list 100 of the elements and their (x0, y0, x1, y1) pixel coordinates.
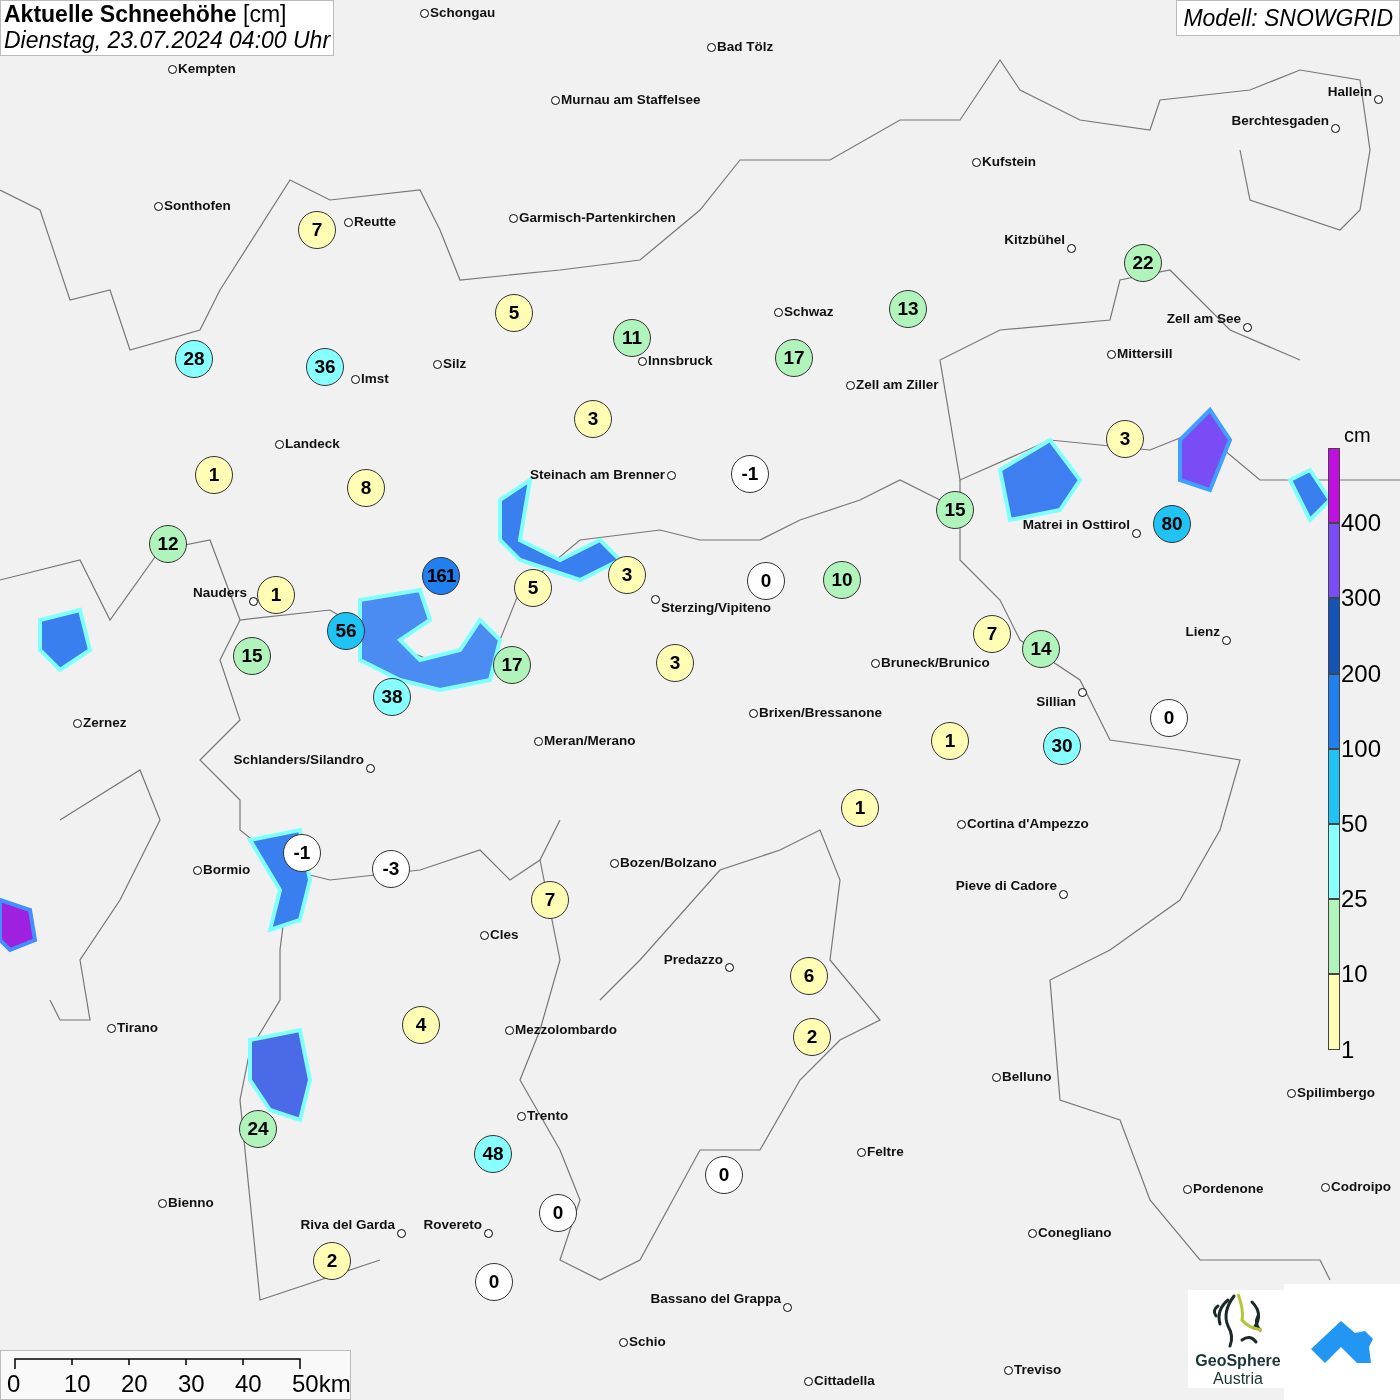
logo-subtitle: Austria (1213, 1370, 1263, 1388)
scale-label: 30 (178, 1371, 205, 1397)
snow-depth-marker: 1 (195, 456, 233, 494)
city-label: Codroipo (1331, 1179, 1391, 1195)
snow-depth-marker: 30 (1043, 727, 1081, 765)
snow-depth-marker: 13 (889, 290, 927, 328)
city-label: Sillian (1036, 694, 1076, 710)
snow-depth-marker: 36 (306, 348, 344, 386)
city-label: Cortina d'Ampezzo (967, 816, 1089, 832)
snow-depth-marker: 7 (973, 615, 1011, 653)
map-title: Aktuelle Schneehöhe [cm] (4, 1, 288, 27)
legend-label: 100 (1341, 736, 1382, 761)
city-label: Zell am See (1166, 311, 1241, 327)
legend-label: 200 (1341, 661, 1382, 686)
snow-depth-marker: 161 (422, 557, 460, 595)
city-label: Bozen/Bolzano (620, 855, 717, 871)
snow-depth-marker: 17 (493, 646, 531, 684)
snow-depth-marker: 24 (239, 1110, 277, 1148)
snow-depth-marker: 5 (495, 294, 533, 332)
city-label: Kufstein (982, 154, 1036, 170)
snow-depth-marker: 17 (775, 339, 813, 377)
city-label: Silz (443, 356, 467, 372)
legend-unit: cm (1343, 424, 1372, 446)
city-label: Treviso (1014, 1362, 1062, 1378)
snow-depth-marker: 0 (705, 1156, 743, 1194)
snow-area (38, 607, 93, 673)
city-label: Predazzo (663, 952, 723, 968)
city-label: Conegliano (1038, 1225, 1112, 1241)
scale-label: 50km (292, 1371, 351, 1397)
city-label: Lienz (1185, 624, 1220, 640)
snow-depth-marker: 10 (823, 561, 861, 599)
city-label: Tirano (117, 1020, 158, 1036)
city-label: Hallein (1327, 84, 1372, 100)
snow-depth-marker: 14 (1022, 630, 1060, 668)
city-label: Rovereto (423, 1217, 482, 1233)
snow-depth-marker: 48 (474, 1135, 512, 1173)
legend-label: 10 (1341, 962, 1368, 987)
house-snow-logo-icon (1309, 1319, 1375, 1365)
snow-depth-marker: 11 (613, 319, 651, 357)
snow-depth-marker: 3 (1106, 420, 1144, 458)
city-label: Sonthofen (164, 198, 231, 214)
snow-depth-marker: 38 (373, 678, 411, 716)
snow-depth-marker: 22 (1124, 244, 1162, 282)
city-label: Pieve di Cadore (955, 878, 1057, 894)
city-label: Murnau am Staffelsee (561, 92, 701, 108)
city-label: Kempten (178, 61, 236, 77)
snow-depth-marker: 2 (313, 1242, 351, 1280)
map-date: Dienstag, 23.07.2024 04:00 Uhr (4, 27, 331, 53)
model-label: Modell: SNOWGRID (1176, 0, 1400, 36)
city-label: Bienno (168, 1195, 214, 1211)
snow-depth-marker: 2 (793, 1018, 831, 1056)
snow-depth-marker: 5 (514, 569, 552, 607)
snow-depth-marker: 1 (931, 722, 969, 760)
logo-wordmark: GeoSphere (1195, 1352, 1281, 1370)
snow-depth-marker: 8 (347, 469, 385, 507)
snow-depth-marker: 3 (656, 644, 694, 682)
snow-depth-marker: 6 (790, 957, 828, 995)
city-label: Steinach am Brenner (529, 467, 665, 483)
snow-depth-marker: 15 (936, 491, 974, 529)
snow-depth-marker: -1 (731, 455, 769, 493)
city-label: Pordenone (1193, 1181, 1264, 1197)
city-label: Feltre (867, 1144, 904, 1160)
snow-depth-marker: 80 (1153, 505, 1191, 543)
city-label: Riva del Garda (300, 1217, 395, 1233)
legend-label: 1 (1341, 1037, 1355, 1062)
snow-depth-marker: 7 (298, 211, 336, 249)
city-label: Berchtesgaden (1231, 113, 1329, 129)
city-label: Schongau (430, 5, 496, 21)
snow-depth-marker: 1 (841, 789, 879, 827)
snow-depth-marker: 4 (402, 1006, 440, 1044)
scale-label: 10 (64, 1371, 91, 1397)
city-label: Kitzbühel (1004, 232, 1065, 248)
city-label: Bormio (203, 862, 251, 878)
snow-depth-marker: 0 (539, 1194, 577, 1232)
city-label: Cittadella (814, 1373, 875, 1389)
snow-depth-marker: 0 (747, 562, 785, 600)
city-label: Schwaz (784, 304, 834, 320)
snow-depth-marker: 28 (175, 340, 213, 378)
city-label: Schio (629, 1334, 666, 1350)
scale-label: 20 (121, 1371, 148, 1397)
city-label: Mittersill (1117, 346, 1173, 362)
city-label: Bad Tölz (717, 39, 774, 55)
legend-label: 400 (1341, 511, 1382, 536)
snow-depth-marker: 1 (257, 576, 295, 614)
city-label: Imst (361, 371, 389, 387)
city-label: Trento (527, 1108, 569, 1124)
city-label: Zell am Ziller (856, 377, 939, 393)
snow-depth-marker: 15 (233, 637, 271, 675)
city-label: Mezzolombardo (515, 1022, 617, 1038)
city-label: Zernez (83, 715, 127, 731)
city-label: Innsbruck (648, 353, 713, 369)
snow-depth-marker: 0 (475, 1263, 513, 1301)
city-label: Landeck (285, 436, 340, 452)
city-label: Belluno (1002, 1069, 1052, 1085)
city-label: Schlanders/Silandro (233, 752, 364, 768)
scale-label: 40 (235, 1371, 262, 1397)
city-label: Matrei in Osttirol (1022, 517, 1130, 533)
snow-depth-marker: -3 (372, 850, 410, 888)
city-label: Nauders (192, 585, 247, 601)
city-label: Brixen/Bressanone (759, 705, 883, 721)
